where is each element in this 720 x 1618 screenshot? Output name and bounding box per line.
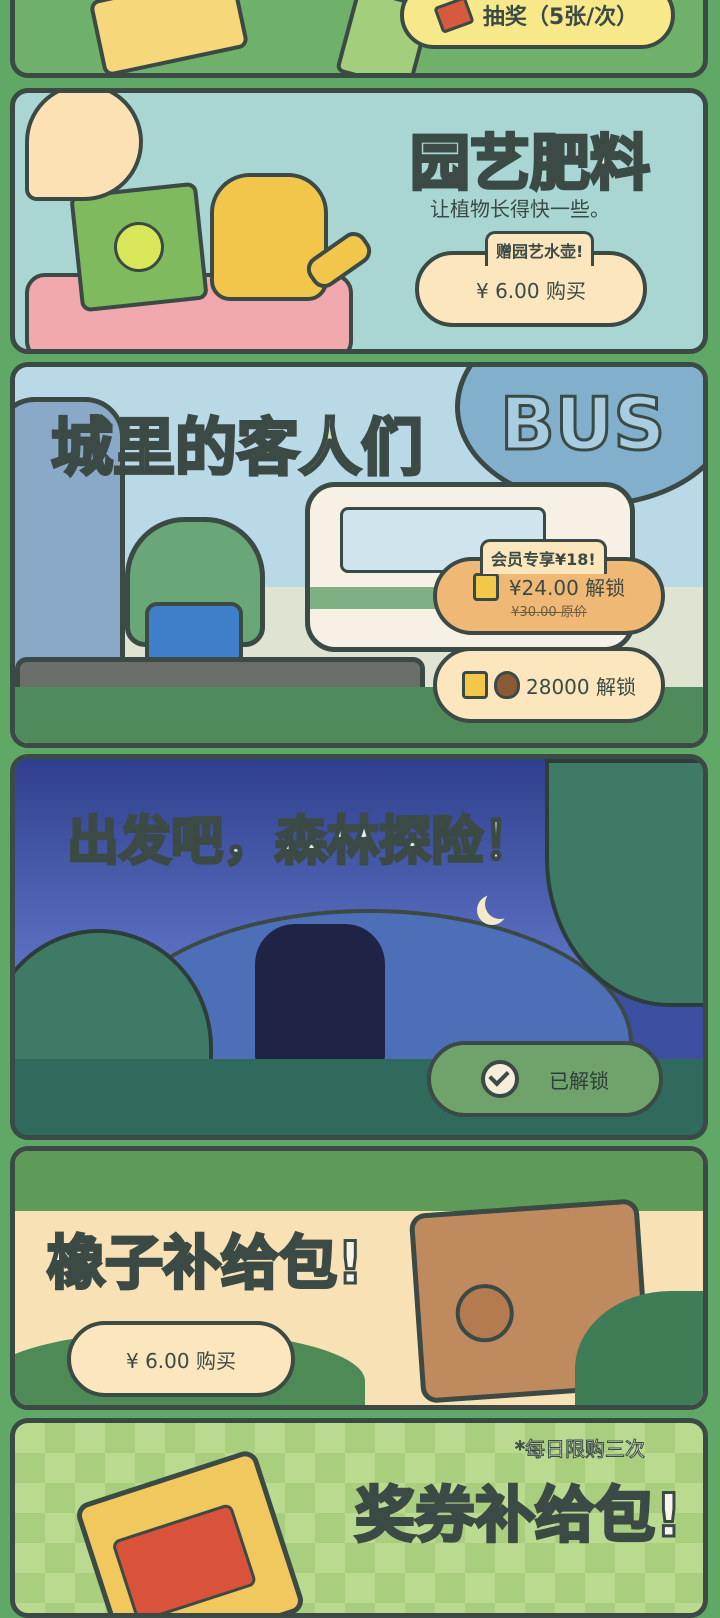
member-ribbon: 会员专享¥18! [480,539,607,574]
bus-sign-text: BUS [498,381,666,468]
garden-subtitle: 让植物长得快一些。 [430,197,610,221]
acorn-pack-buy-button[interactable]: ¥ 6.00 购买 [67,1321,295,1397]
fertilizer-logo-icon [111,219,167,275]
acorn-pack-buy-label: ¥ 6.00 购买 [126,1348,236,1373]
lottery-card: 抽奖（5张/次） [10,0,708,78]
lock-icon [472,572,499,601]
ticket-icon [433,0,475,34]
city-acorn-label: 28000 解锁 [526,674,636,699]
forest-card: 出发吧，森林探险！ 已解锁 [10,754,708,1140]
fertilizer-bags-illustration [69,181,209,313]
acorn-pack-card: 橡子补给包! ¥ 6.00 购买 [10,1146,708,1410]
city-acorn-button[interactable]: 28000 解锁 [433,647,665,723]
lottery-button-label: 抽奖（5张/次） [482,5,639,30]
lock-icon [462,671,488,699]
check-icon [481,1060,519,1098]
garden-title: 园艺肥料 [409,128,652,201]
city-title: 城里的客人们 [49,410,424,486]
ticket-pack-title: 奖券补给包! [353,1480,683,1553]
forest-title: 出发吧，森林探险！ [65,811,536,874]
ticket-illustration [88,0,250,73]
limit-note: *每日限购三次 [515,1437,646,1462]
city-buy-label: ¥24.00 解锁 [508,576,626,600]
garden-buy-label: ¥ 6.00 购买 [476,278,586,303]
moon-icon [485,889,515,919]
back-arrow-icon[interactable] [25,93,143,201]
garden-gift-ribbon: 赠园艺水壶! [485,231,595,266]
acorn-icon [494,671,520,699]
acorn-box-icon [453,1282,516,1345]
acorn-pack-title: 橡子补给包! [45,1228,364,1299]
city-card: BUS 城里的客人们 会员专享¥18! ¥24.00 解锁 ¥30.00 原价 … [10,362,708,748]
ticket-pack-card: *每日限购三次 奖券补给包! [10,1418,708,1618]
forest-unlocked-button[interactable]: 已解锁 [427,1041,663,1117]
watering-can-illustration [210,173,328,301]
garden-card: 园艺肥料 让植物长得快一些。 赠园艺水壶! ¥ 6.00 购买 [10,88,708,354]
original-price: ¥30.00 原价 [511,605,587,620]
lottery-button[interactable]: 抽奖（5张/次） [400,0,675,49]
forest-unlocked-label: 已解锁 [549,1068,609,1093]
